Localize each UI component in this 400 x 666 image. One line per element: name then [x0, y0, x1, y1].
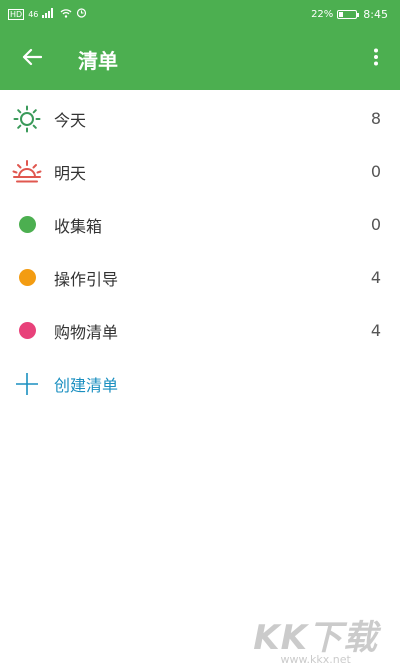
create-list-button[interactable]: 创建清单	[0, 357, 400, 410]
color-dot	[18, 269, 36, 286]
color-dot	[18, 322, 36, 339]
list-item-label: 今天	[54, 110, 87, 130]
list-item-today[interactable]: 今天 8	[0, 92, 400, 145]
list-item-count: 8	[370, 109, 381, 128]
color-dot	[18, 216, 36, 233]
plus-icon	[12, 369, 42, 399]
sunrise-icon	[12, 157, 42, 187]
list-item-label: 操作引导	[54, 269, 119, 289]
orange-dot-icon	[12, 263, 42, 293]
signal-label: 46	[28, 9, 39, 19]
status-right: 22% 8:45	[311, 8, 388, 21]
list-item-count: 0	[370, 215, 381, 234]
watermark-logo: KK下载	[253, 618, 378, 658]
list-item-label: 购物清单	[54, 322, 119, 342]
list-item-label: 收集箱	[54, 216, 103, 236]
back-button[interactable]	[12, 39, 52, 79]
more-options-button[interactable]	[364, 39, 388, 79]
list-item-count: 4	[370, 321, 381, 340]
list-container: 今天 8 明天 0 收集箱 0 操作引导 4 购物清单 4 创建清单	[0, 92, 400, 410]
app-screen: HD 46 22% 8:45 清单 今天 8 明天 0 收集箱 0 操作引导 4…	[0, 0, 400, 666]
wifi-icon	[60, 8, 72, 21]
signal-icon	[42, 7, 56, 21]
list-item-shopping[interactable]: 购物清单 4	[0, 304, 400, 357]
status-bar: HD 46 22% 8:45	[0, 0, 400, 28]
battery-percent: 22%	[311, 8, 334, 20]
battery-icon	[337, 9, 360, 19]
pink-dot-icon	[12, 316, 42, 346]
list-item-tomorrow[interactable]: 明天 0	[0, 145, 400, 198]
list-item-inbox[interactable]: 收集箱 0	[0, 198, 400, 251]
app-bar: 清单	[0, 28, 400, 90]
hd-icon: HD	[8, 8, 25, 20]
arrow-left-icon	[22, 48, 43, 70]
create-list-label: 创建清单	[54, 375, 119, 395]
list-item-label: 明天	[54, 163, 87, 183]
list-item-count: 0	[370, 162, 381, 181]
clock: 8:45	[363, 7, 388, 21]
list-item-count: 4	[370, 268, 381, 287]
status-left: HD 46	[8, 7, 87, 21]
alarm-icon	[76, 7, 87, 21]
green-dot-icon	[12, 210, 42, 240]
list-item-guide[interactable]: 操作引导 4	[0, 251, 400, 304]
page-title: 清单	[78, 48, 118, 73]
sun-icon	[12, 104, 42, 134]
more-vertical-icon	[373, 48, 379, 70]
watermark: KK下载 www.kkx.net	[253, 610, 378, 666]
